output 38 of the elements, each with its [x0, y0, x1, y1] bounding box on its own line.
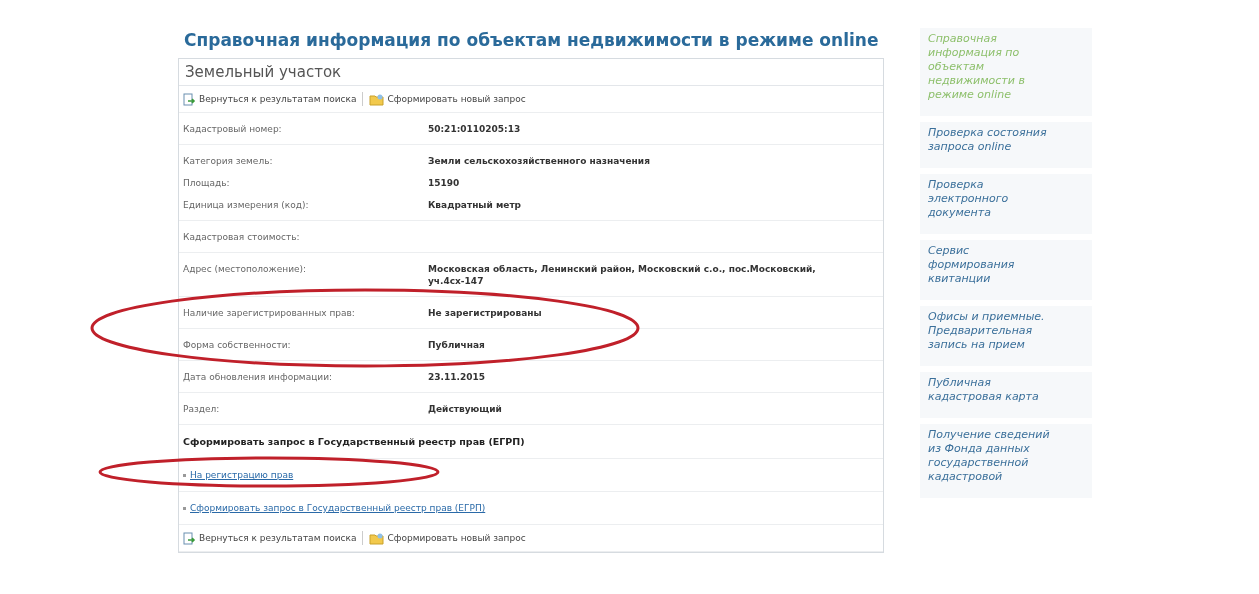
field-label: Форма собственности: [183, 339, 292, 351]
field-value: Земли сельскохозяйственного назначения [428, 155, 651, 167]
field-value: 23.11.2015 [428, 371, 486, 383]
field-label: Кадастровая стоимость: [183, 231, 301, 243]
field-label: Кадастровый номер: [183, 123, 283, 135]
field-label: Адрес (местоположение): [183, 263, 308, 276]
back-to-results-link[interactable]: Вернуться к результатам поиска [183, 531, 357, 545]
panel-title: Земельный участок [179, 59, 883, 86]
field-value: Не зарегистрированы [428, 307, 543, 319]
field-label: Дата обновления информации: [183, 371, 334, 383]
section-heading: Сформировать запрос в Государственный реестр прав (ЕГРП) [179, 425, 883, 459]
field-label: Раздел: [183, 403, 221, 415]
field-value: Квадратный метр [428, 199, 523, 211]
field-value: Московская область, Ленинский район, Московский с.о., пос.Московский, уч.4сх-147 [428, 263, 817, 287]
folder-icon [369, 92, 385, 106]
sidebar-item[interactable]: Сервис формирования квитанции [920, 240, 1092, 300]
field-label: Единица измерения (код): [183, 199, 310, 211]
sidebar-item[interactable]: Офисы и приемные. Предварительная запись на прием [920, 306, 1092, 366]
field-value: Публичная [428, 339, 486, 351]
sidebar-item[interactable]: Проверка состояния запроса online [920, 122, 1092, 168]
bullet-icon [183, 473, 186, 477]
new-request-link[interactable]: Сформировать новый запрос [369, 92, 526, 106]
field-value: Действующий [428, 403, 503, 415]
field-value: 15190 [428, 177, 461, 189]
field-label: Площадь: [183, 177, 231, 189]
sidebar-item[interactable]: Публичная кадастровая карта [920, 372, 1092, 418]
field-label: Категория земель: [183, 155, 274, 167]
sidebar-item[interactable]: Получение сведений из Фонда данных государственной кадастровой [920, 424, 1092, 498]
field-value: 50:21:0110205:13 [428, 123, 522, 135]
bullet-icon [183, 506, 186, 510]
request-link[interactable]: На регистрацию прав [190, 470, 294, 480]
field-label: Наличие зарегистрированных прав: [183, 307, 356, 319]
request-link[interactable]: Сформировать запрос в Государственный реестр прав (ЕГРП) [190, 503, 486, 513]
folder-icon [369, 531, 385, 545]
sidebar-item[interactable]: Проверка электронного документа [920, 174, 1092, 234]
back-to-results-link[interactable]: Вернуться к результатам поиска [183, 92, 357, 106]
new-request-link[interactable]: Сформировать новый запрос [369, 531, 526, 545]
page-title: Справочная информация по объектам недвижимости в режиме online [184, 30, 880, 50]
